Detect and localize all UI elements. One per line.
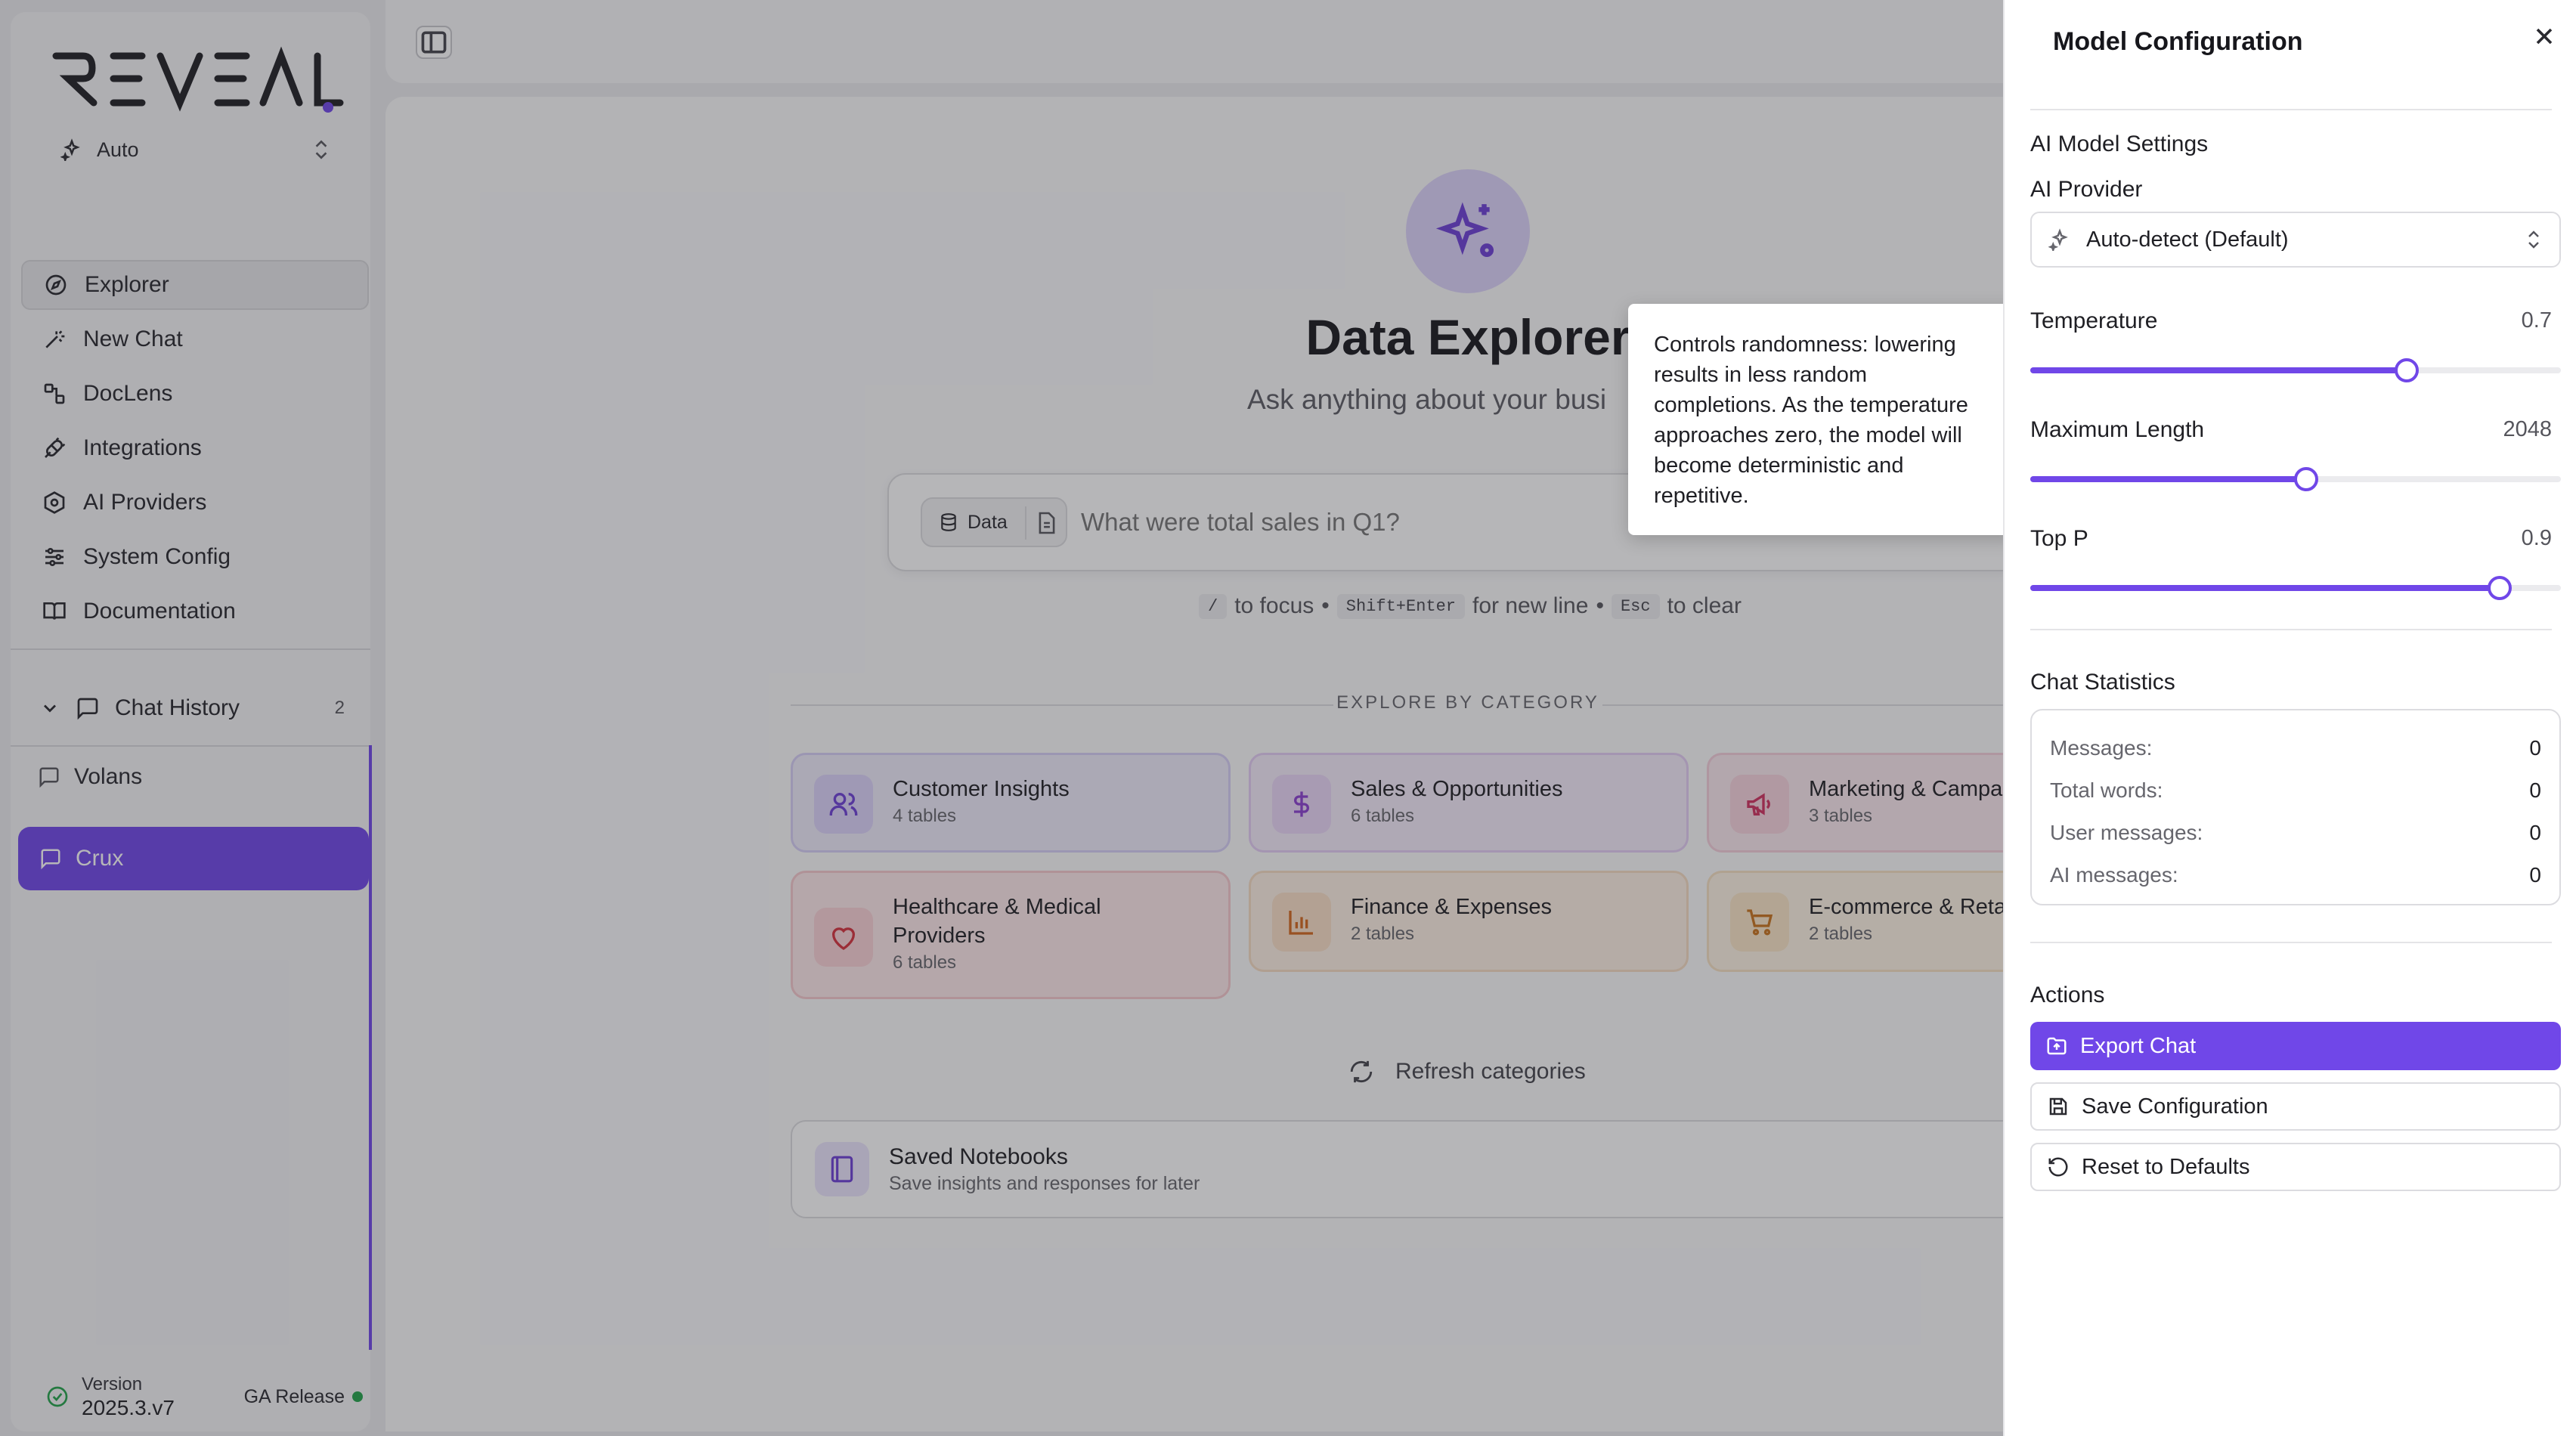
provider-label: AI Provider [2030, 177, 2143, 202]
ai-settings-heading: AI Model Settings [2030, 132, 2209, 156]
max-length-value: 2048 [2503, 417, 2552, 441]
max-length-label: Maximum Length [2030, 417, 2205, 442]
provider-value: Auto-detect (Default) [2086, 227, 2289, 252]
slider-thumb[interactable] [2294, 467, 2319, 491]
export-label: Export Chat [2080, 1033, 2197, 1058]
chevron-up-down-icon [2525, 228, 2543, 251]
app-root: Auto Explorer New Chat DocLens Integrati… [0, 0, 2576, 1436]
stat-label: Total words: [2050, 778, 2163, 802]
temperature-tooltip: Controls randomness: lowering results in… [1628, 304, 2020, 535]
slider-fill [2030, 367, 2407, 373]
stat-row: Total words: 0 [2050, 769, 2541, 812]
panel-divider [2030, 109, 2552, 110]
stat-row: User messages: 0 [2050, 812, 2541, 854]
modal-overlay[interactable] [0, 0, 2003, 1436]
stat-value: 0 [2529, 736, 2541, 760]
slider-thumb[interactable] [2488, 576, 2513, 600]
temperature-slider[interactable] [2030, 358, 2561, 382]
panel-title: Model Configuration [2053, 27, 2303, 56]
top-p-label: Top P [2030, 526, 2088, 551]
folder-export-icon [2045, 1035, 2068, 1057]
stat-label: AI messages: [2050, 863, 2178, 887]
chat-statistics-heading: Chat Statistics [2030, 670, 2175, 695]
max-length-slider[interactable] [2030, 467, 2561, 491]
stat-value: 0 [2529, 821, 2541, 844]
close-icon [2531, 23, 2558, 50]
stat-label: User messages: [2050, 821, 2203, 844]
model-configuration-panel: Model Configuration AI Model Settings AI… [2003, 0, 2576, 1436]
top-p-value: 0.9 [2521, 526, 2552, 550]
stat-value: 0 [2529, 778, 2541, 802]
panel-divider [2030, 942, 2552, 943]
save-configuration-button[interactable]: Save Configuration [2030, 1082, 2561, 1131]
slider-fill [2030, 585, 2500, 591]
stat-row: Messages: 0 [2050, 727, 2541, 769]
save-label: Save Configuration [2082, 1094, 2268, 1119]
export-chat-button[interactable]: Export Chat [2030, 1022, 2561, 1070]
slider-fill [2030, 476, 2307, 482]
top-p-slider[interactable] [2030, 576, 2561, 600]
temperature-value: 0.7 [2521, 308, 2552, 333]
reset-label: Reset to Defaults [2082, 1154, 2250, 1179]
reset-defaults-button[interactable]: Reset to Defaults [2030, 1143, 2561, 1191]
close-button[interactable] [2531, 23, 2558, 50]
stat-row: AI messages: 0 [2050, 854, 2541, 896]
save-icon [2047, 1095, 2070, 1118]
sparkles-icon [2048, 228, 2071, 251]
temperature-label: Temperature [2030, 308, 2158, 333]
reset-icon [2047, 1156, 2070, 1178]
chat-statistics-box: Messages: 0 Total words: 0 User messages: 0… [2030, 709, 2561, 905]
ai-provider-select[interactable]: Auto-detect (Default) [2030, 212, 2561, 268]
slider-thumb[interactable] [2395, 358, 2420, 382]
stat-label: Messages: [2050, 736, 2153, 760]
panel-divider [2030, 629, 2552, 630]
stat-value: 0 [2529, 863, 2541, 887]
actions-heading: Actions [2030, 983, 2105, 1007]
